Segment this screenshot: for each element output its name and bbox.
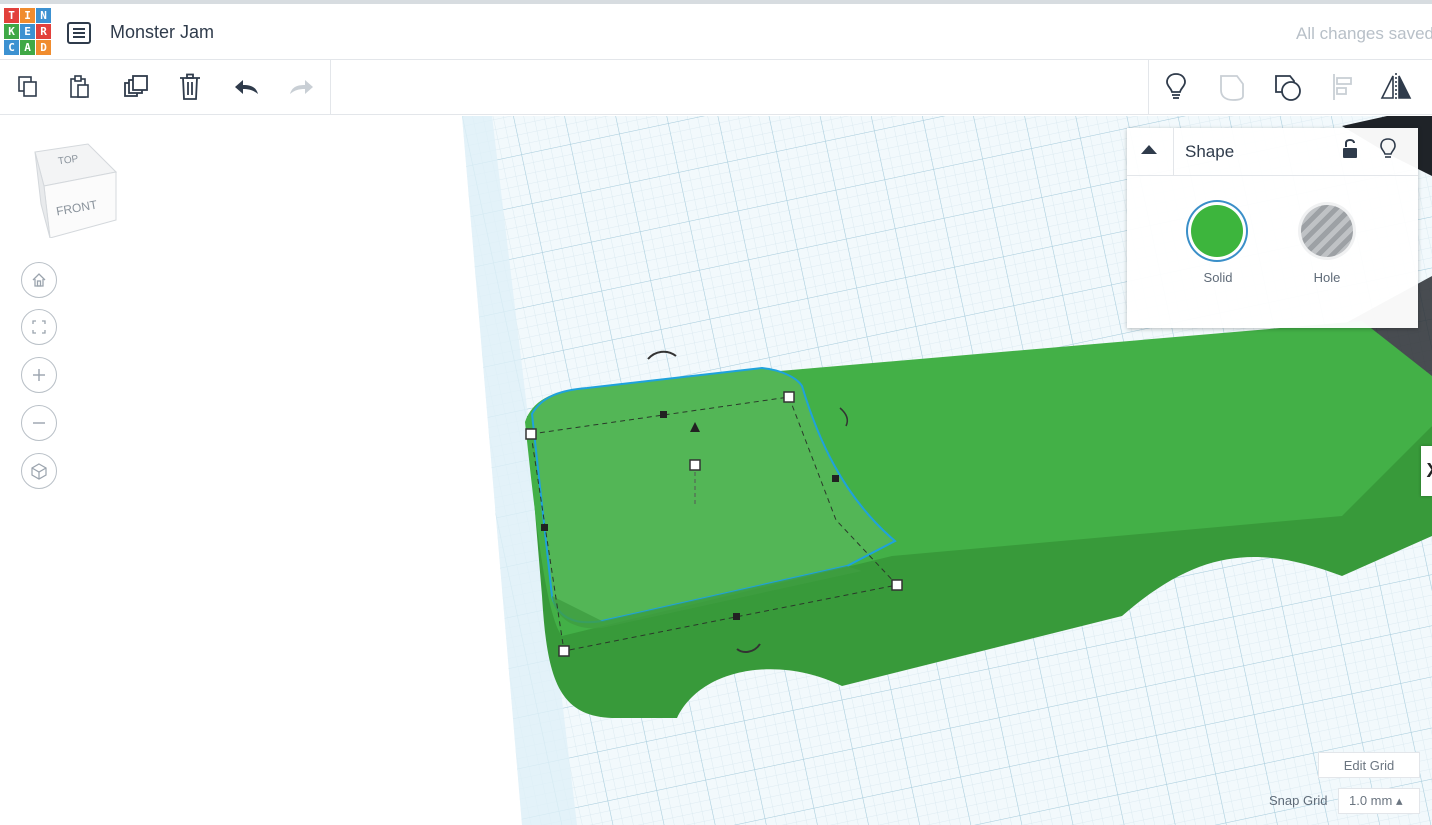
design-menu-icon[interactable] [67,22,91,44]
lock-icon[interactable] [1341,138,1359,165]
logo-letter: R [36,24,51,39]
solid-color-swatch[interactable] [1191,205,1243,257]
zoom-in-icon[interactable] [21,357,57,393]
solid-label: Solid [1203,270,1233,285]
logo-letter: K [4,24,19,39]
home-view-icon[interactable] [21,262,57,298]
collapse-arrow-icon[interactable] [1141,145,1157,154]
header-divider [1173,128,1174,175]
group-icon[interactable] [1214,68,1250,106]
toolbar-separator [1148,60,1149,115]
fit-view-icon[interactable] [21,309,57,345]
view-cube[interactable]: TOP FRONT [30,142,120,239]
copy-icon[interactable] [10,68,46,106]
zoom-out-icon[interactable] [21,405,57,441]
edit-grid-button[interactable]: Edit Grid [1318,752,1420,778]
toolbar-separator [330,60,331,115]
save-status: All changes saved [1296,24,1432,43]
edit-toolbar [0,60,1432,115]
logo-letter: T [4,8,19,23]
panel-expand-button[interactable]: X [1421,446,1432,496]
hole-swatch[interactable] [1301,205,1353,257]
logo-letter: I [20,8,35,23]
logo-letter: N [36,8,51,23]
ungroup-icon[interactable] [1270,68,1306,106]
hole-label: Hole [1313,270,1341,285]
design-title[interactable]: Monster Jam [110,22,214,43]
tinkercad-logo[interactable]: TIN KER CAD [4,8,52,58]
top-bar: TIN KER CAD Monster Jam All changes saved [0,0,1432,60]
logo-letter: A [20,40,35,55]
mirror-icon[interactable] [1378,68,1414,106]
snap-grid-label: Snap Grid [1269,793,1328,808]
undo-icon[interactable] [229,68,265,106]
snap-grid-select[interactable]: 1.0 mm ▴ [1338,788,1420,814]
left-panel: TOP FRONT [0,116,462,825]
inspector-header: Shape [1127,128,1418,176]
logo-letter: C [4,40,19,55]
align-icon[interactable] [1325,68,1361,106]
shape-inspector: Shape Solid Hole [1127,128,1418,328]
paste-icon[interactable] [62,68,98,106]
delete-icon[interactable] [172,68,208,106]
lightbulb-icon[interactable] [1158,68,1194,106]
logo-letter: E [20,24,35,39]
ortho-view-icon[interactable] [21,453,57,489]
visibility-bulb-icon[interactable] [1379,137,1397,166]
duplicate-icon[interactable] [118,68,154,106]
inspector-title: Shape [1185,142,1235,161]
logo-letter: D [36,40,51,55]
redo-icon[interactable] [283,68,319,106]
